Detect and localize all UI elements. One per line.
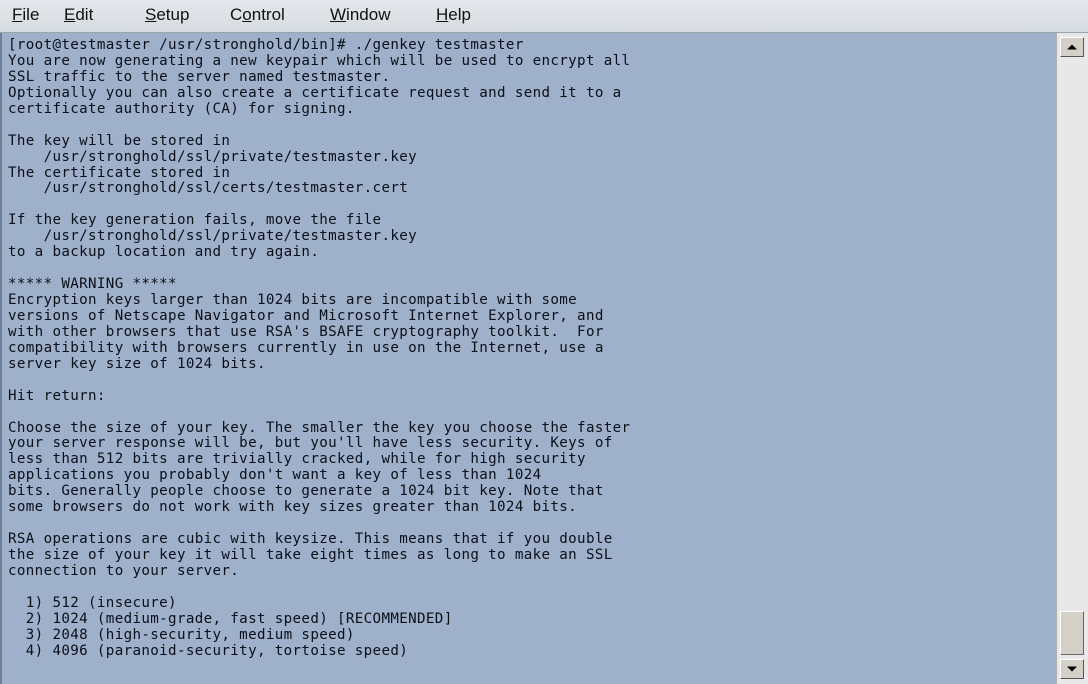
terminal-line: to a backup location and try again.	[8, 244, 320, 261]
terminal-line: less than 512 bits are trivially cracked…	[8, 451, 586, 468]
terminal-line: Hit return:	[8, 387, 106, 404]
terminal-line: 1) 512 (insecure)	[8, 594, 177, 611]
terminal-line: versions of Netscape Navigator and Micro…	[8, 307, 604, 324]
vertical-scrollbar[interactable]	[1056, 33, 1088, 684]
menu-help[interactable]: Help	[434, 4, 473, 26]
terminal-line: /usr/stronghold/ssl/private/testmaster.k…	[8, 148, 418, 165]
menu-bar: File Edit Setup Control Window Help	[0, 0, 1088, 33]
terminal-line: the size of your key it will take eight …	[8, 547, 613, 563]
terminal-line: If the key generation fails, move the fi…	[8, 212, 382, 229]
terminal-line: The certificate stored in	[8, 164, 231, 181]
menu-control[interactable]: Control	[228, 4, 287, 26]
terminal-line: Choose the size of your key. The smaller…	[8, 419, 631, 436]
terminal-line: applications you probably don't want a k…	[8, 467, 542, 484]
terminal-line: 3) 2048 (high-security, medium speed)	[8, 626, 355, 643]
terminal-line: ***** WARNING *****	[8, 276, 177, 293]
terminal-line: server key size of 1024 bits.	[8, 355, 266, 372]
terminal-line: certificate authority (CA) for signing.	[8, 100, 355, 117]
terminal-line: You are now generating a new keypair whi…	[8, 52, 631, 69]
menu-setup[interactable]: Setup	[143, 4, 191, 26]
scrollbar-thumb[interactable]	[1060, 611, 1084, 655]
menu-window[interactable]: Window	[328, 4, 392, 26]
menu-file[interactable]: File	[10, 4, 41, 26]
terminal-line: RSA operations are cubic with keysize. T…	[8, 531, 613, 548]
terminal-line: Encryption keys larger than 1024 bits ar…	[8, 292, 578, 308]
terminal-output[interactable]: [root@testmaster /usr/stronghold/bin]# .…	[0, 33, 1056, 684]
terminal-line: 2) 1024 (medium-grade, fast speed) [RECO…	[8, 610, 453, 627]
terminal-line: some browsers do not work with key sizes…	[8, 499, 578, 516]
terminal-line: connection to your server.	[8, 562, 240, 579]
terminal-line: Optionally you can also create a certifi…	[8, 84, 622, 101]
terminal-text: [root@testmaster /usr/stronghold/bin]# .…	[8, 37, 631, 660]
terminal-line: 4) 4096 (paranoid-security, tortoise spe…	[8, 642, 409, 659]
terminal-line: [root@testmaster /usr/stronghold/bin]# .…	[8, 37, 524, 53]
scroll-down-button[interactable]	[1060, 659, 1084, 679]
scroll-up-arrow-icon	[1067, 44, 1077, 50]
scroll-down-arrow-icon	[1067, 666, 1077, 672]
terminal-line: /usr/stronghold/ssl/private/testmaster.k…	[8, 228, 418, 245]
scroll-up-button[interactable]	[1060, 37, 1084, 57]
terminal-line: your server response will be, but you'll…	[8, 435, 613, 452]
terminal-line: with other browsers that use RSA's BSAFE…	[8, 323, 604, 340]
terminal-line: SSL traffic to the server named testmast…	[8, 68, 391, 85]
terminal-line: bits. Generally people choose to generat…	[8, 483, 604, 500]
menu-edit[interactable]: Edit	[62, 4, 95, 26]
terminal-line: /usr/stronghold/ssl/certs/testmaster.cer…	[8, 180, 409, 197]
terminal-line: compatibility with browsers currently in…	[8, 339, 604, 356]
terminal-line: The key will be stored in	[8, 132, 231, 149]
